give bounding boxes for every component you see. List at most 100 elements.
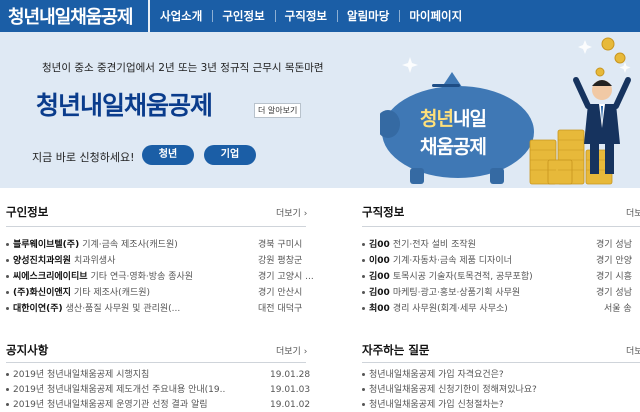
company-name: 양성진치과의원 xyxy=(13,256,71,266)
faq-question: 청년내일채움공제 가입 신청절차는? xyxy=(369,400,504,410)
list-bullet xyxy=(362,388,365,391)
list-bullet xyxy=(362,243,365,246)
pig-caption-line1: 청년내일 xyxy=(420,104,487,131)
job-location: 경기 고양시 ... xyxy=(258,272,314,282)
list-bullet xyxy=(6,388,9,391)
nav-job-seekers[interactable]: 구직정보 xyxy=(274,0,337,32)
seeker-location: 경기 안양 xyxy=(596,256,632,266)
notices-title: 공지사항 xyxy=(6,343,49,357)
banner-illustration: 청년내일 채움공제 xyxy=(376,32,640,188)
job-seekers-divider xyxy=(362,226,640,227)
job-description: 기타 제조사(캐드원) xyxy=(73,288,151,298)
nav-business-intro[interactable]: 사업소개 xyxy=(150,0,212,32)
faq-more-link[interactable]: 더보기 › xyxy=(626,344,640,357)
nav-notice-board[interactable]: 알림마당 xyxy=(336,0,399,32)
nav-my-page[interactable]: 마이페이지 xyxy=(399,0,472,32)
pig-caption-line2: 채움공제 xyxy=(420,136,487,158)
job-offer-row[interactable]: 블루웨이브텔(주) 기계·금속 제조사(캐드원) xyxy=(6,238,254,252)
list-bullet xyxy=(362,373,365,376)
job-offer-row[interactable]: 대한이연(주) 생산·품질 사무원 및 관리원(... xyxy=(6,302,254,316)
faq-title: 자주하는 질문 xyxy=(362,343,430,357)
seeker-occupation: 마케팅·광고·홍보·상품기획 사무원 xyxy=(392,288,521,298)
seeker-name: 김00 xyxy=(369,288,390,298)
seeker-name: 최00 xyxy=(369,304,390,314)
notice-row[interactable]: 2019년 청년내일채움공제 운영기관 선정 결과 알림 xyxy=(6,398,252,412)
seeker-name: 김00 xyxy=(369,240,390,250)
hero-banner: 청년이 중소 중견기업에서 2년 또는 3년 정규직 근무시 목돈마련 청년내일… xyxy=(0,32,640,188)
company-name: 씨에스크리에이티브 xyxy=(13,272,88,282)
pig-caption-rest: 내일 xyxy=(452,108,487,130)
job-offer-row[interactable]: (주)화신이앤지 기타 제조사(캐드원) xyxy=(6,286,254,300)
company-name: 대한이연(주) xyxy=(13,304,63,314)
notice-row[interactable]: 2019년 청년내일채움공제 제도개선 주요내용 안내(19.. xyxy=(6,383,252,397)
company-name: 블루웨이브텔(주) xyxy=(13,240,80,250)
list-bullet xyxy=(362,259,365,262)
apply-now-text: 지금 바로 신청하세요! xyxy=(32,151,135,164)
job-seeker-row[interactable]: 이00 기계·자동차·금속 제품 디자이너 xyxy=(362,254,594,268)
site-logo[interactable]: 청년내일채움공제 xyxy=(8,3,133,29)
learn-more-button[interactable]: 더 알아보기 xyxy=(254,103,302,118)
notice-date: 19.01.03 xyxy=(270,385,311,395)
notices-more-link[interactable]: 더보기 › xyxy=(276,344,307,357)
job-location: 대전 대덕구 xyxy=(258,304,303,314)
list-bullet xyxy=(362,403,365,406)
seeker-location: 경기 시흥 xyxy=(596,272,632,282)
job-seeker-row[interactable]: 김00 마케팅·광고·홍보·상품기획 사무원 xyxy=(362,286,594,300)
job-location: 경기 안산시 xyxy=(258,288,303,298)
pig-caption-highlight: 청년 xyxy=(420,108,454,130)
list-bullet xyxy=(362,307,365,310)
notice-row[interactable]: 2019년 청년내일채움공제 시행지침 xyxy=(6,368,252,382)
list-bullet xyxy=(6,275,9,278)
piggy-bank-illustration xyxy=(376,37,631,185)
seeker-occupation: 기계·자동차·금속 제품 디자이너 xyxy=(392,256,512,266)
job-description: 기타 연극·영화·방송 종사원 xyxy=(90,272,194,282)
faq-question: 청년내일채움공제 가입 자격요건은? xyxy=(369,370,504,380)
company-name: (주)화신이앤지 xyxy=(13,288,71,298)
faq-divider xyxy=(362,362,640,363)
notice-title: 2019년 청년내일채움공제 운영기관 선정 결과 알림 xyxy=(13,400,208,410)
job-seeker-row[interactable]: 최00 경리 사무원(회계·세무 사무소) xyxy=(362,302,594,316)
job-offers-more-link[interactable]: 더보기 › xyxy=(276,206,307,219)
nav-job-offers[interactable]: 구인정보 xyxy=(212,0,274,32)
seeker-name: 이00 xyxy=(369,256,390,266)
job-description: 치과위생사 xyxy=(73,256,116,266)
notice-title: 2019년 청년내일채움공제 제도개선 주요내용 안내(19.. xyxy=(13,385,226,395)
apply-youth-button[interactable]: 청년 xyxy=(142,145,194,165)
list-bullet xyxy=(6,307,9,310)
job-offers-divider xyxy=(6,226,306,227)
job-seekers-more-link[interactable]: 더보기 › xyxy=(626,206,640,219)
seeker-location: 경기 성남 xyxy=(596,288,632,298)
list-bullet xyxy=(6,259,9,262)
notice-date: 19.01.28 xyxy=(270,370,311,380)
job-offer-row[interactable]: 씨에스크리에이티브 기타 연극·영화·방송 종사원 xyxy=(6,270,254,284)
faq-row[interactable]: 청년내일채움공제 가입 자격요건은? xyxy=(362,368,640,382)
seeker-location: 서울 송 xyxy=(604,304,632,314)
job-location: 경북 구미시 xyxy=(258,240,303,250)
banner-title: 청년내일채움공제 xyxy=(36,91,213,120)
job-seeker-row[interactable]: 김00 토목시공 기술자(토목견적, 공무포함) xyxy=(362,270,594,284)
job-description: 생산·품질 사무원 및 관리원(... xyxy=(65,304,181,314)
seeker-occupation: 전기·전자 설비 조작원 xyxy=(392,240,476,250)
apply-company-button[interactable]: 기업 xyxy=(204,145,256,165)
faq-question: 청년내일채움공제 신청기한이 정해져있나요? xyxy=(369,385,537,395)
top-header: 청년내일채움공제 사업소개 구인정보 구직정보 알림마당 마이페이지 xyxy=(0,0,640,32)
list-bullet xyxy=(6,243,9,246)
job-offer-row[interactable]: 양성진치과의원 치과위생사 xyxy=(6,254,254,268)
job-description: 기계·금속 제조사(캐드원) xyxy=(82,240,178,250)
job-seekers-title: 구직정보 xyxy=(362,205,405,219)
seeker-name: 김00 xyxy=(369,272,390,282)
main-nav: 사업소개 구인정보 구직정보 알림마당 마이페이지 xyxy=(150,0,472,32)
list-bullet xyxy=(6,373,9,376)
banner-subtitle: 청년이 중소 중견기업에서 2년 또는 3년 정규직 근무시 목돈마련 xyxy=(42,62,324,74)
notice-date: 19.01.02 xyxy=(270,400,311,410)
faq-row[interactable]: 청년내일채움공제 가입 신청절차는? xyxy=(362,398,640,412)
seeker-occupation: 경리 사무원(회계·세무 사무소) xyxy=(392,304,508,314)
list-bullet xyxy=(362,275,365,278)
list-bullet xyxy=(6,291,9,294)
seeker-location: 경기 성남 xyxy=(596,240,632,250)
seeker-occupation: 토목시공 기술자(토목견적, 공무포함) xyxy=(392,272,533,282)
list-bullet xyxy=(362,291,365,294)
notices-divider xyxy=(6,362,306,363)
job-seeker-row[interactable]: 김00 전기·전자 설비 조작원 xyxy=(362,238,594,252)
faq-row[interactable]: 청년내일채움공제 신청기한이 정해져있나요? xyxy=(362,383,640,397)
